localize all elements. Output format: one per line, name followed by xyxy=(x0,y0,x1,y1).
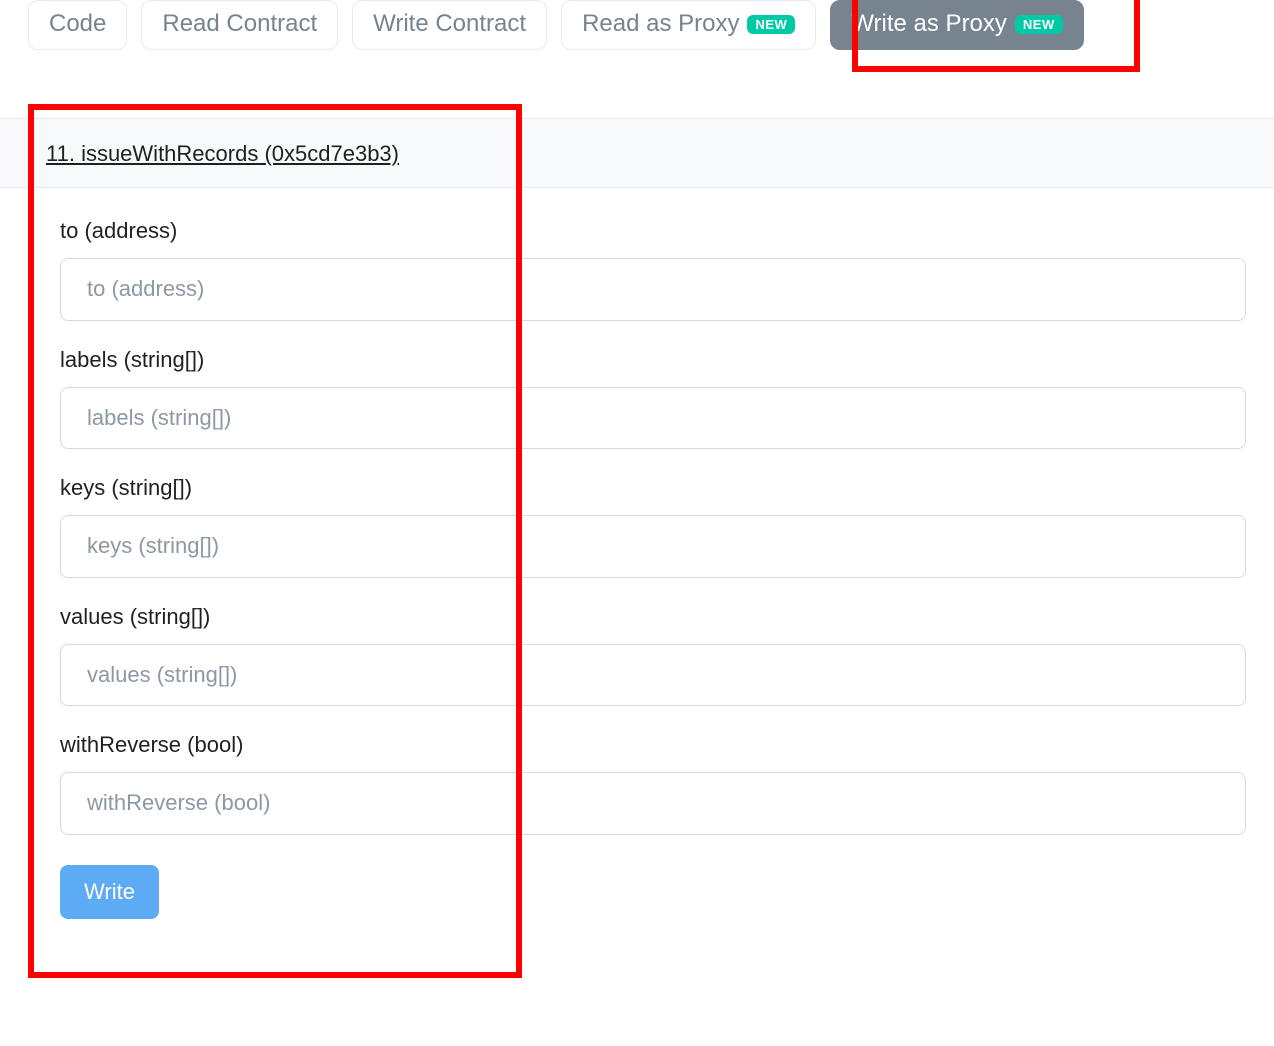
tab-label: Code xyxy=(49,9,106,39)
tab-code[interactable]: Code xyxy=(28,0,127,50)
tab-write-contract[interactable]: Write Contract xyxy=(352,0,547,50)
tab-write-as-proxy[interactable]: Write as Proxy NEW xyxy=(830,0,1083,50)
function-panel: 11. issueWithRecords (0x5cd7e3b3) to (ad… xyxy=(0,118,1274,949)
new-badge: NEW xyxy=(747,15,795,34)
new-badge: NEW xyxy=(1015,15,1063,34)
function-header[interactable]: 11. issueWithRecords (0x5cd7e3b3) xyxy=(0,118,1274,188)
field-to: to (address) xyxy=(60,218,1246,321)
input-keys[interactable] xyxy=(60,515,1246,578)
field-label: keys (string[]) xyxy=(60,475,1246,501)
field-keys: keys (string[]) xyxy=(60,475,1246,578)
field-label: labels (string[]) xyxy=(60,347,1246,373)
tab-label: Write as Proxy xyxy=(851,9,1007,39)
input-withreverse[interactable] xyxy=(60,772,1246,835)
input-to-address[interactable] xyxy=(60,258,1246,321)
field-label: values (string[]) xyxy=(60,604,1246,630)
field-labels: labels (string[]) xyxy=(60,347,1246,450)
tab-label: Read as Proxy xyxy=(582,9,739,39)
tab-label: Write Contract xyxy=(373,9,526,39)
field-label: withReverse (bool) xyxy=(60,732,1246,758)
function-title-link[interactable]: 11. issueWithRecords (0x5cd7e3b3) xyxy=(46,141,399,166)
function-body: to (address) labels (string[]) keys (str… xyxy=(0,188,1274,949)
tab-read-as-proxy[interactable]: Read as Proxy NEW xyxy=(561,0,816,50)
field-withreverse: withReverse (bool) xyxy=(60,732,1246,835)
write-button[interactable]: Write xyxy=(60,865,159,919)
tab-read-contract[interactable]: Read Contract xyxy=(141,0,338,50)
field-values: values (string[]) xyxy=(60,604,1246,707)
tab-label: Read Contract xyxy=(162,9,317,39)
contract-tabs: Code Read Contract Write Contract Read a… xyxy=(0,0,1274,50)
input-values[interactable] xyxy=(60,644,1246,707)
field-label: to (address) xyxy=(60,218,1246,244)
input-labels[interactable] xyxy=(60,387,1246,450)
